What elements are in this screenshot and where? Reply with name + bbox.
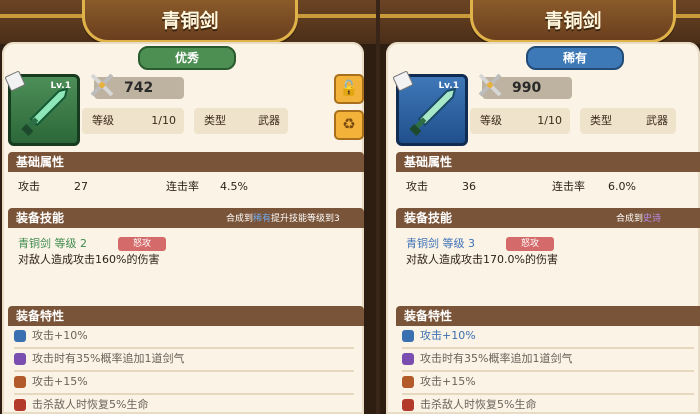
type-label: 类型 — [590, 114, 612, 127]
recycle-icon: ♻ — [342, 115, 356, 133]
trait-text: 攻击+15% — [32, 375, 88, 388]
equipment-traits-header: 装备特性 — [396, 306, 700, 326]
trait-row: 攻击时有35%概率追加1道剑气 — [402, 349, 694, 372]
trait-text: 攻击时有35%概率追加1道剑气 — [32, 352, 185, 365]
power-value: 742 — [124, 80, 154, 96]
trait-lock-icon — [14, 353, 26, 365]
trait-text: 攻击+10% — [420, 329, 476, 342]
trait-lock-icon — [14, 330, 26, 342]
combo-value: 4.5% — [220, 180, 248, 193]
skill-header-title: 装备技能 — [404, 211, 453, 225]
type-value: 武器 — [646, 114, 668, 127]
equipment-traits-header: 装备特性 — [8, 306, 364, 326]
base-attributes-header: 基础属性 — [396, 152, 700, 172]
item-panel-left: 青铜剑 优秀 Lv.1 742 等级 1/10 类型 武器 🔓 ♻ 基础属性 攻 — [0, 0, 376, 414]
trait-row: 击杀敌人时恢复5%生命 — [14, 395, 354, 414]
trait-text: 击杀敌人时恢复5%生命 — [32, 398, 149, 411]
skill-upgrade-note: 合成到史诗 — [616, 212, 661, 226]
rarity-badge: 稀有 — [526, 46, 624, 70]
note-suffix: 提升技能等级到3 — [271, 214, 340, 224]
note-rarity: 史诗 — [643, 214, 662, 224]
trait-row: 攻击时有35%概率追加1道剑气 — [14, 349, 354, 372]
recycle-button[interactable]: ♻ — [334, 110, 364, 140]
level-value: 1/10 — [151, 114, 176, 127]
combo-label: 连击率 — [166, 180, 199, 193]
power-display: 990 — [478, 73, 572, 99]
type-value: 武器 — [258, 114, 280, 127]
item-title: 青铜剑 — [161, 10, 219, 32]
sword-icon — [409, 87, 457, 137]
skill-upgrade-note: 合成到稀有提升技能等级到3 — [226, 212, 340, 226]
combo-value: 6.0% — [608, 180, 636, 193]
trait-text: 攻击+10% — [32, 329, 88, 342]
skill-tag: 怒攻 — [506, 237, 554, 251]
crossed-swords-icon — [90, 73, 114, 97]
trait-lock-icon — [14, 399, 26, 411]
power-display: 742 — [90, 73, 184, 99]
note-prefix: 合成到 — [226, 214, 254, 224]
level-box: 等级 1/10 — [82, 108, 184, 134]
skill-name: 青铜剑 等级 2 — [18, 237, 87, 250]
title-plate: 青铜剑 — [82, 0, 298, 43]
trait-row: 攻击+15% — [14, 372, 354, 395]
unlock-button[interactable]: 🔓 — [334, 74, 364, 104]
type-box: 类型 武器 — [194, 108, 288, 134]
note-prefix: 合成到 — [616, 214, 644, 224]
item-panel-right: 青铜剑 稀有 Lv.1 990 等级 1/10 类型 武器 基础属性 攻击 36… — [380, 0, 700, 414]
crossed-swords-icon — [478, 73, 502, 97]
trait-row: 攻击+10% — [402, 326, 694, 349]
trait-text: 攻击+15% — [420, 375, 476, 388]
skill-header-title: 装备技能 — [16, 211, 65, 225]
rarity-badge: 优秀 — [138, 46, 236, 70]
power-value: 990 — [512, 80, 542, 96]
item-icon-tile[interactable]: Lv.1 — [4, 70, 80, 146]
base-attributes-header: 基础属性 — [8, 152, 364, 172]
trait-lock-icon — [402, 353, 414, 365]
attack-row: 攻击 27 连击率 4.5% — [18, 178, 358, 196]
level-label: 等级 — [480, 114, 502, 127]
attack-value: 36 — [462, 180, 476, 193]
item-icon-tile[interactable]: Lv.1 — [392, 70, 468, 146]
skill-tag: 怒攻 — [118, 237, 166, 251]
title-plate: 青铜剑 — [470, 0, 676, 43]
level-value: 1/10 — [537, 114, 562, 127]
combo-label: 连击率 — [552, 180, 585, 193]
trait-row: 攻击+10% — [14, 326, 354, 349]
skill-name: 青铜剑 等级 3 — [406, 237, 475, 250]
sword-icon — [21, 87, 69, 137]
skill-description: 对敌人造成攻击170.0%的伤害 — [406, 253, 558, 266]
attack-label: 攻击 — [18, 180, 40, 193]
trait-text: 攻击时有35%概率追加1道剑气 — [420, 352, 573, 365]
trait-lock-icon — [402, 376, 414, 388]
level-box: 等级 1/10 — [470, 108, 570, 134]
note-rarity: 稀有 — [253, 214, 272, 224]
type-label: 类型 — [204, 114, 226, 127]
trait-row: 攻击+15% — [402, 372, 694, 395]
trait-lock-icon — [402, 399, 414, 411]
attack-label: 攻击 — [406, 180, 428, 193]
level-label: 等级 — [92, 114, 114, 127]
unlock-icon: 🔓 — [339, 79, 359, 97]
attack-row: 攻击 36 连击率 6.0% — [406, 178, 696, 196]
skill-description: 对敌人造成攻击160%的伤害 — [18, 253, 160, 266]
type-box: 类型 武器 — [580, 108, 676, 134]
item-title: 青铜剑 — [544, 10, 602, 32]
attack-value: 27 — [74, 180, 88, 193]
trait-lock-icon — [402, 330, 414, 342]
trait-lock-icon — [14, 376, 26, 388]
trait-row: 击杀敌人时恢复5%生命 — [402, 395, 694, 414]
trait-text: 击杀敌人时恢复5%生命 — [420, 398, 537, 411]
